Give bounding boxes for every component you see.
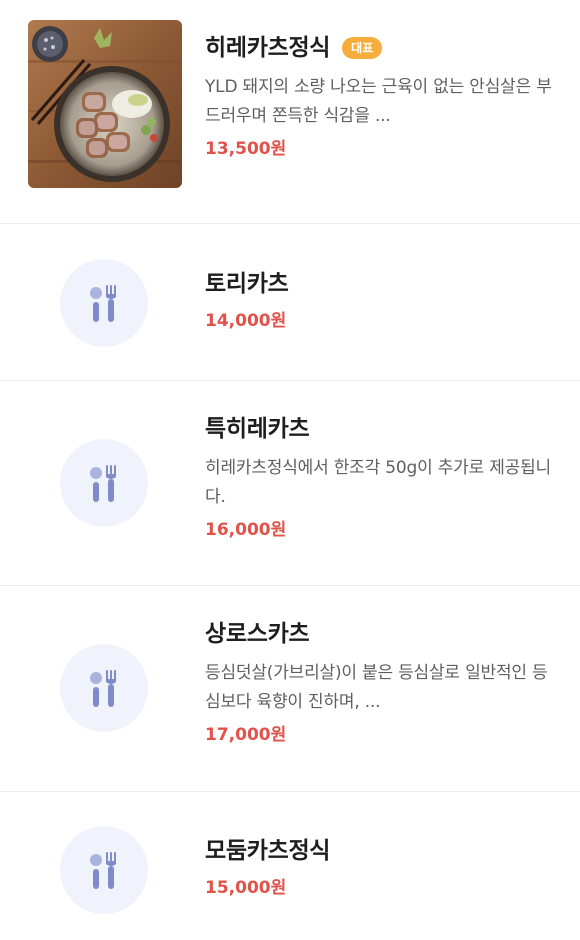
menu-item-image-placeholder (60, 644, 148, 732)
menu-item-name: 모둠카츠정식 (205, 838, 331, 864)
menu-item-info: 모둠카츠정식 15,000원 (205, 836, 558, 900)
menu-item-tori-katsu[interactable]: 토리카츠 14,000원 (0, 224, 580, 381)
menu-item-name: 특히레카츠 (205, 416, 310, 442)
menu-item-price: 16,000원 (205, 520, 287, 540)
menu-item-name-row: 토리카츠 (205, 269, 558, 299)
menu-item-name: 토리카츠 (205, 271, 289, 297)
menu-item-name-row: 상로스카츠 (205, 619, 558, 649)
menu-item-name: 상로스카츠 (205, 621, 310, 647)
signature-badge: 대표 (342, 37, 383, 59)
menu-item-hire-katsu-set[interactable]: 히레카츠정식 대표 YLD 돼지의 소량 나오는 근육이 없는 안심살은 부드러… (0, 0, 580, 224)
menu-item-description: YLD 돼지의 소량 나오는 근육이 없는 안심살은 부드러우며 쫀득한 식감을… (205, 77, 552, 126)
menu-item-special-hire-katsu[interactable]: 특히레카츠 히레카츠정식에서 한조각 50g이 추가로 제공됩니다. 16,00… (0, 381, 580, 586)
utensils-icon (90, 285, 116, 322)
tonkatsu-plate-photo (28, 20, 182, 188)
menu-item-price: 13,500원 (205, 139, 287, 159)
menu-item-name: 히레카츠정식 (205, 35, 331, 61)
utensils-icon (90, 465, 116, 502)
menu-list: 히레카츠정식 대표 YLD 돼지의 소량 나오는 근육이 없는 안심살은 부드러… (0, 0, 580, 940)
menu-item-description: 등심덧살(가브리살)이 붙은 등심살로 일반적인 등심보다 육향이 진하며, .… (205, 663, 548, 712)
menu-item-info: 상로스카츠 등심덧살(가브리살)이 붙은 등심살로 일반적인 등심보다 육향이 … (205, 619, 558, 747)
menu-item-price: 17,000원 (205, 725, 287, 745)
menu-item-name-row: 히레카츠정식 대표 (205, 33, 558, 63)
menu-item-info: 토리카츠 14,000원 (205, 269, 558, 333)
utensils-icon (90, 852, 116, 889)
menu-item-info: 히레카츠정식 대표 YLD 돼지의 소량 나오는 근육이 없는 안심살은 부드러… (205, 33, 558, 161)
menu-item-info: 특히레카츠 히레카츠정식에서 한조각 50g이 추가로 제공됩니다. 16,00… (205, 414, 558, 542)
menu-item-price: 14,000원 (205, 311, 287, 331)
menu-item-image-placeholder (60, 826, 148, 914)
menu-item-description: 히레카츠정식에서 한조각 50g이 추가로 제공됩니다. (205, 458, 551, 507)
utensils-icon (90, 670, 116, 707)
menu-item-image-placeholder (60, 259, 148, 347)
menu-item-image-placeholder (60, 439, 148, 527)
menu-item-name-row: 특히레카츠 (205, 414, 558, 444)
menu-item-photo (28, 20, 182, 188)
menu-item-assorted-katsu-set[interactable]: 모둠카츠정식 15,000원 (0, 792, 580, 940)
menu-item-name-row: 모둠카츠정식 (205, 836, 558, 866)
menu-item-price: 15,000원 (205, 878, 287, 898)
menu-item-sang-rosu-katsu[interactable]: 상로스카츠 등심덧살(가브리살)이 붙은 등심살로 일반적인 등심보다 육향이 … (0, 586, 580, 792)
